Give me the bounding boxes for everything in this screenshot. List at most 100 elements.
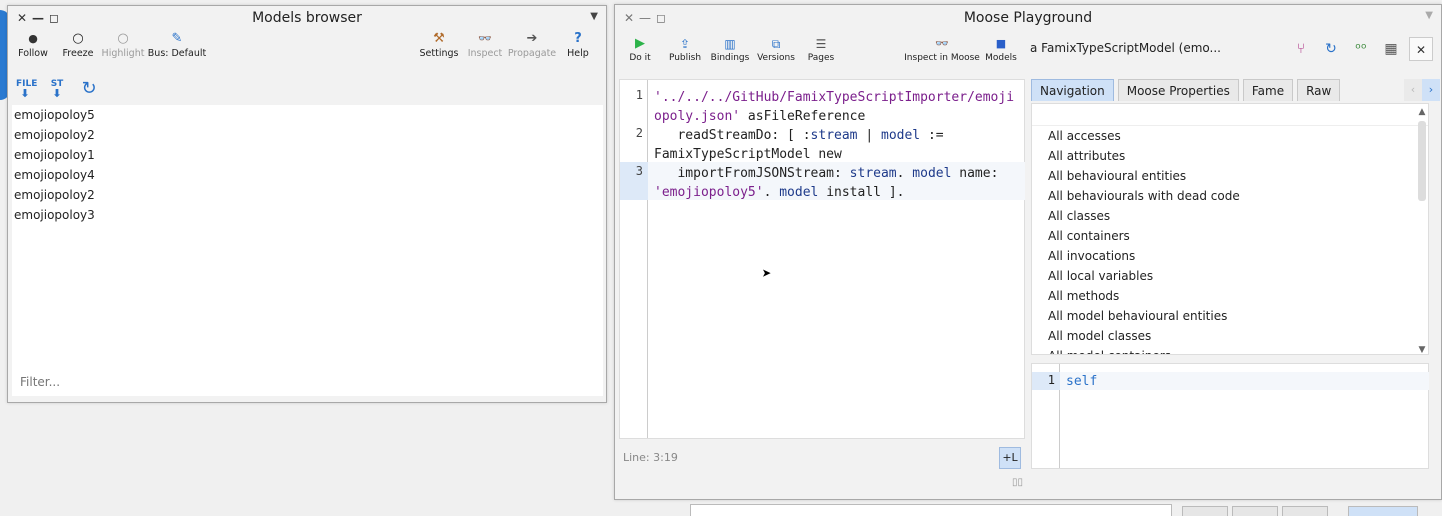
close-icon[interactable]: ✕ bbox=[14, 11, 30, 25]
navigation-scrollbar[interactable]: ▲ ▼ bbox=[1416, 103, 1428, 355]
code-text: self bbox=[1066, 374, 1098, 389]
navigation-list: All accesses All attributes All behaviou… bbox=[1031, 103, 1429, 355]
background-tabs bbox=[1182, 506, 1418, 516]
pages-button[interactable]: ☰ Pages bbox=[791, 35, 851, 63]
list-header bbox=[1032, 104, 1428, 126]
code-token: install ]. bbox=[818, 185, 905, 200]
pages-icon: ☰ bbox=[815, 37, 827, 51]
list-item[interactable]: emojiopoloy4 bbox=[12, 165, 603, 185]
list-item[interactable]: All behavioural entities bbox=[1032, 166, 1428, 186]
list-item[interactable]: All attributes bbox=[1032, 146, 1428, 166]
inspector-pane: Navigation Moose Properties Fame Raw ‹ ›… bbox=[1031, 77, 1440, 471]
models-label: Models bbox=[985, 53, 1017, 63]
bus-label: Bus: Default bbox=[147, 48, 207, 59]
list-item[interactable]: All model classes bbox=[1032, 326, 1428, 346]
line-number-gutter: 1 bbox=[1032, 364, 1060, 468]
tab-raw[interactable]: Raw bbox=[1297, 79, 1341, 101]
code-token: readStreamDo: [ : bbox=[654, 128, 811, 143]
chevron-left-icon[interactable]: ‹ bbox=[1404, 79, 1422, 101]
bus-button[interactable]: ✎ Bus: Default bbox=[146, 30, 208, 59]
query-icon[interactable]: ⑂ bbox=[1289, 37, 1313, 61]
help-button[interactable]: ? Help bbox=[551, 30, 605, 59]
refresh-icon[interactable]: ↻ bbox=[1319, 37, 1343, 61]
background-pane bbox=[690, 504, 1172, 516]
window-title: Moose Playground bbox=[963, 10, 1093, 26]
window-menu-icon[interactable]: ▼ bbox=[590, 11, 598, 22]
import-file-icon[interactable]: FILE ⬇ bbox=[16, 80, 37, 100]
browse-icon[interactable]: ▦ bbox=[1379, 37, 1403, 61]
import-st-icon[interactable]: ST ⬇ bbox=[48, 80, 66, 100]
background-tab-selected bbox=[1348, 506, 1418, 516]
models-button[interactable]: ■ Models bbox=[971, 35, 1031, 63]
maximize-icon[interactable]: ◻ bbox=[653, 11, 669, 25]
code-text: '../../../GitHub/FamixTypeScriptImporter… bbox=[654, 88, 1014, 202]
background-tab bbox=[1232, 506, 1278, 516]
window-menu-icon[interactable]: ▼ bbox=[1425, 10, 1433, 21]
pencil-icon: ✎ bbox=[171, 31, 183, 46]
refresh-icon[interactable]: ↻ bbox=[80, 80, 98, 98]
inspect-button[interactable]: 👓 Inspect bbox=[458, 30, 512, 59]
list-item[interactable]: emojiopoloy5 bbox=[12, 105, 603, 125]
tab-scroll-buttons: ‹ › bbox=[1404, 79, 1440, 101]
minimize-icon[interactable]: — bbox=[30, 11, 46, 25]
maximize-icon[interactable]: ◻ bbox=[46, 11, 62, 25]
list-item[interactable]: emojiopoloy1 bbox=[12, 145, 603, 165]
current-line-highlight bbox=[620, 162, 648, 200]
code-editor[interactable]: 1 2 3 '../../../GitHub/FamixTypeScriptIm… bbox=[619, 79, 1025, 439]
pages-label: Pages bbox=[807, 53, 835, 63]
inspector-code-editor[interactable]: 1 self bbox=[1031, 363, 1429, 469]
line-numbers-toggle-button[interactable]: +L bbox=[999, 447, 1021, 469]
models-icon: ■ bbox=[995, 37, 1007, 50]
code-token: name: bbox=[951, 166, 999, 181]
background-tab bbox=[1182, 506, 1228, 516]
close-icon[interactable]: ✕ bbox=[621, 11, 637, 25]
highlight-icon: ○ bbox=[117, 31, 129, 46]
inspect-in-moose-button[interactable]: 👓 Inspect in Moose bbox=[904, 35, 980, 63]
code-token: '../../../GitHub/FamixTypeScriptImporter… bbox=[654, 90, 1015, 105]
code-token: . bbox=[763, 185, 780, 200]
tab-fame[interactable]: Fame bbox=[1242, 79, 1294, 101]
line-number: 3 bbox=[635, 164, 643, 178]
list-item[interactable]: All methods bbox=[1032, 286, 1428, 306]
list-item[interactable]: All invocations bbox=[1032, 246, 1428, 266]
list-item[interactable]: All containers bbox=[1032, 226, 1428, 246]
minimize-icon[interactable]: — bbox=[637, 11, 653, 25]
scrollbar-thumb[interactable] bbox=[1418, 121, 1426, 201]
splitter-handle-icon[interactable]: ▯▯ bbox=[1012, 477, 1023, 488]
tab-navigation[interactable]: Navigation bbox=[1031, 79, 1114, 101]
models-browser-window: ✕ — ◻ Models browser ▼ ● Follow ○ Freeze… bbox=[7, 5, 607, 403]
current-line-background bbox=[1060, 372, 1429, 390]
models-browser-toolbar: ● Follow ○ Freeze ○ Highlight ✎ Bus: Def… bbox=[8, 30, 606, 70]
list-item[interactable]: All behaviourals with dead code bbox=[1032, 186, 1428, 206]
list-item[interactable]: emojiopoloy2 bbox=[12, 125, 603, 145]
highlight-button[interactable]: ○ Highlight bbox=[96, 30, 150, 59]
tab-moose-properties[interactable]: Moose Properties bbox=[1117, 79, 1239, 101]
code-token: model bbox=[779, 185, 819, 200]
list-item[interactable]: emojiopoloy2 bbox=[12, 185, 603, 205]
code-token: . bbox=[896, 166, 913, 181]
line-number-gutter: 1 2 3 bbox=[620, 80, 648, 438]
glasses-icon[interactable]: ᵒᵒ bbox=[1349, 37, 1373, 61]
chevron-right-icon[interactable]: › bbox=[1422, 79, 1440, 101]
chevron-up-icon[interactable]: ▲ bbox=[1416, 107, 1428, 117]
list-item[interactable]: All local variables bbox=[1032, 266, 1428, 286]
code-token: := bbox=[920, 128, 944, 143]
line-number: 1 bbox=[635, 88, 643, 102]
filter-input[interactable] bbox=[18, 374, 318, 390]
models-browser-titlebar[interactable]: ✕ — ◻ Models browser ▼ bbox=[8, 6, 606, 30]
models-list: emojiopoloy5 emojiopoloy2 emojiopoloy1 e… bbox=[12, 105, 603, 396]
chevron-down-icon[interactable]: ▼ bbox=[1416, 345, 1428, 355]
list-item[interactable]: All model behavioural entities bbox=[1032, 306, 1428, 326]
list-item[interactable]: All accesses bbox=[1032, 126, 1428, 146]
code-token: importFromJSONStream: bbox=[654, 166, 850, 181]
code-token: asFileReference bbox=[740, 109, 866, 124]
list-item[interactable]: All classes bbox=[1032, 206, 1428, 226]
close-icon[interactable]: ✕ bbox=[1409, 37, 1433, 61]
glasses-icon: 👓 bbox=[478, 32, 492, 45]
playground-titlebar[interactable]: ✕ — ◻ Moose Playground ▼ bbox=[615, 5, 1441, 31]
list-item[interactable]: All model containers bbox=[1032, 346, 1428, 354]
list-item[interactable]: emojiopoloy3 bbox=[12, 205, 603, 225]
line-number: 1 bbox=[1047, 373, 1055, 387]
code-token: FamixTypeScriptModel new bbox=[654, 147, 842, 162]
line-number: 2 bbox=[635, 126, 643, 140]
